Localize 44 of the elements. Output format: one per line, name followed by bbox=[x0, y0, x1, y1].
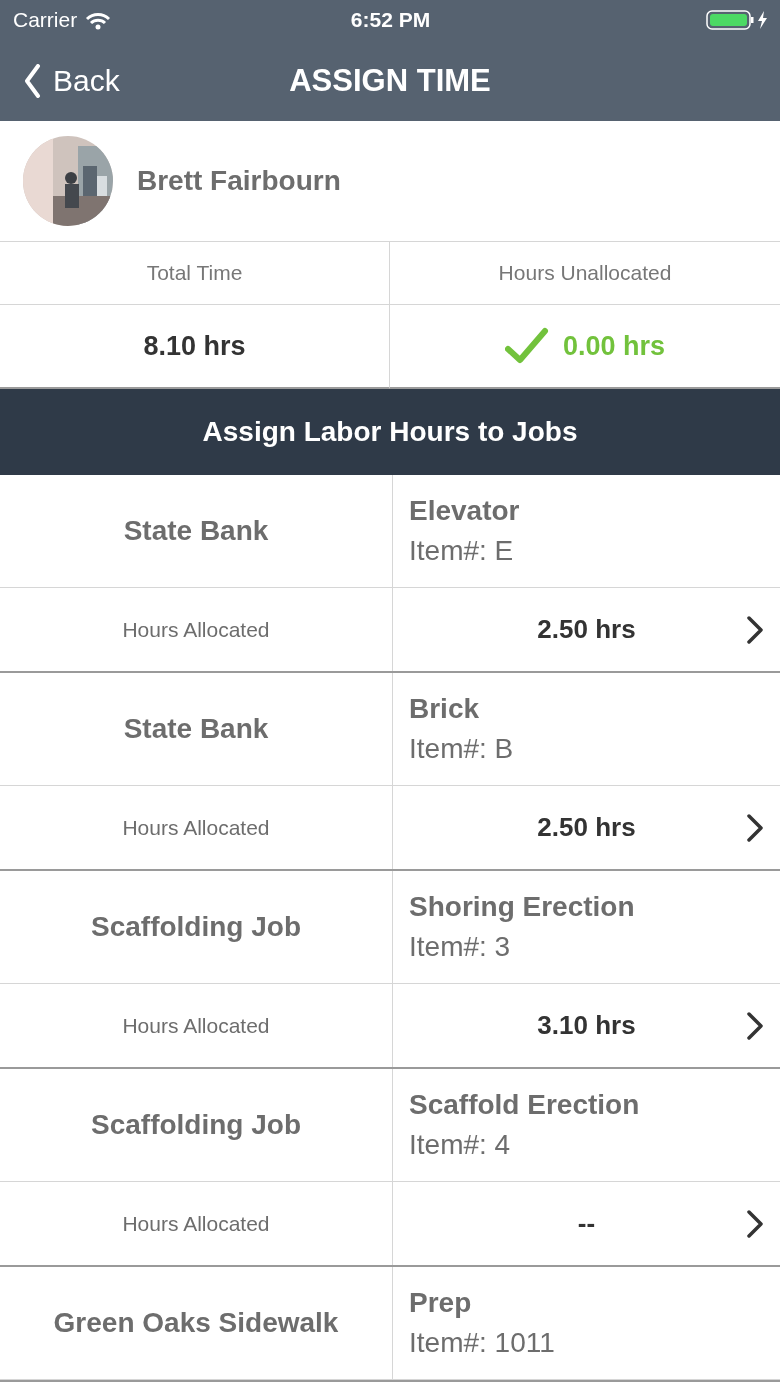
back-chevron-icon bbox=[24, 63, 41, 98]
item-name: Prep bbox=[409, 1286, 473, 1320]
hours-label: Hours Allocated bbox=[0, 588, 393, 671]
job-name: Scaffolding Job bbox=[0, 871, 393, 984]
item-name: Scaffold Erection bbox=[409, 1088, 641, 1122]
item-number: Item#: B bbox=[409, 732, 515, 766]
chevron-right-icon bbox=[746, 616, 764, 644]
item-name: Brick bbox=[409, 692, 481, 726]
hours-label: Hours Allocated bbox=[0, 1182, 393, 1265]
job-name: State Bank bbox=[0, 673, 393, 786]
unallocated-hours-value: 0.00 hrs bbox=[562, 330, 666, 362]
hours-value: 2.50 hrs bbox=[537, 614, 636, 645]
employee-name: Brett Fairbourn bbox=[137, 165, 341, 197]
hours-value: 2.50 hrs bbox=[537, 812, 636, 843]
section-header: Assign Labor Hours to Jobs bbox=[0, 389, 780, 475]
hours-row[interactable]: 2.50 hrs bbox=[393, 786, 780, 869]
hours-label: Hours Allocated bbox=[0, 984, 393, 1067]
hours-row[interactable]: 2.50 hrs bbox=[393, 588, 780, 671]
item-number: Item#: 3 bbox=[409, 930, 512, 964]
checkmark-icon bbox=[504, 327, 549, 365]
hours-row[interactable]: -- bbox=[393, 1182, 780, 1265]
job-name: Green Oaks Sidewalk bbox=[0, 1267, 393, 1380]
chevron-right-icon bbox=[746, 814, 764, 842]
item-name: Shoring Erection bbox=[409, 890, 636, 924]
hours-label: Hours Allocated bbox=[0, 786, 393, 869]
item-name: Elevator bbox=[409, 494, 521, 528]
battery-icon bbox=[706, 10, 768, 30]
job-name: State Bank bbox=[0, 475, 393, 588]
hours-row[interactable]: 3.10 hrs bbox=[393, 984, 780, 1067]
back-button[interactable]: Back bbox=[0, 50, 120, 111]
item-number: Item#: 1011 bbox=[409, 1326, 556, 1360]
carrier-name: Carrier bbox=[13, 8, 78, 32]
item-number: Item#: E bbox=[409, 534, 515, 568]
screen-title: ASSIGN TIME bbox=[288, 62, 492, 99]
summary-label: Total Time bbox=[0, 242, 390, 305]
chevron-right-icon bbox=[746, 1012, 764, 1040]
chevron-right-icon bbox=[746, 1210, 764, 1238]
job-name: Scaffolding Job bbox=[0, 1069, 393, 1182]
item-number: Item#: 4 bbox=[409, 1128, 512, 1162]
status-time: 6:52 PM bbox=[350, 8, 431, 32]
summary-label: Hours Unallocated bbox=[390, 242, 780, 305]
hours-value: -- bbox=[577, 1208, 596, 1239]
wifi-icon bbox=[85, 10, 112, 30]
hours-value: 3.10 hrs bbox=[537, 1010, 636, 1041]
